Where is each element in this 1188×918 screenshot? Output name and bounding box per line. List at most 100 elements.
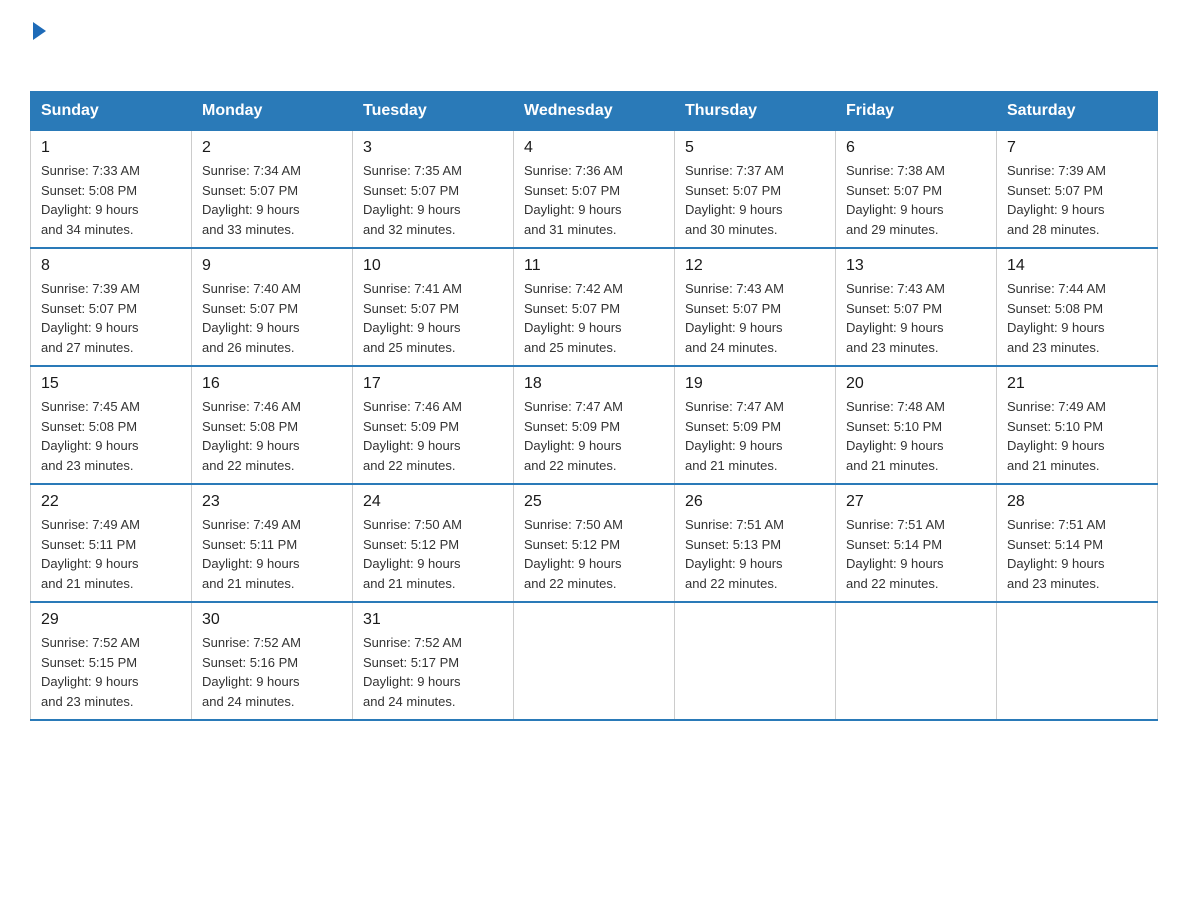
day-number: 21 (1007, 375, 1147, 393)
day-info: Sunrise: 7:52 AM Sunset: 5:17 PM Dayligh… (363, 633, 503, 711)
day-info: Sunrise: 7:39 AM Sunset: 5:07 PM Dayligh… (41, 279, 181, 357)
day-number: 18 (524, 375, 664, 393)
header-monday: Monday (192, 92, 353, 131)
day-info: Sunrise: 7:46 AM Sunset: 5:08 PM Dayligh… (202, 397, 342, 475)
calendar-week-2: 8 Sunrise: 7:39 AM Sunset: 5:07 PM Dayli… (31, 248, 1158, 366)
day-info: Sunrise: 7:50 AM Sunset: 5:12 PM Dayligh… (524, 515, 664, 593)
calendar-day-20: 20 Sunrise: 7:48 AM Sunset: 5:10 PM Dayl… (836, 366, 997, 484)
header-saturday: Saturday (997, 92, 1158, 131)
calendar-week-3: 15 Sunrise: 7:45 AM Sunset: 5:08 PM Dayl… (31, 366, 1158, 484)
calendar-day-6: 6 Sunrise: 7:38 AM Sunset: 5:07 PM Dayli… (836, 131, 997, 249)
day-info: Sunrise: 7:51 AM Sunset: 5:14 PM Dayligh… (1007, 515, 1147, 593)
day-number: 11 (524, 257, 664, 275)
day-number: 3 (363, 139, 503, 157)
day-info: Sunrise: 7:38 AM Sunset: 5:07 PM Dayligh… (846, 161, 986, 239)
day-number: 2 (202, 139, 342, 157)
day-info: Sunrise: 7:51 AM Sunset: 5:14 PM Dayligh… (846, 515, 986, 593)
header-sunday: Sunday (31, 92, 192, 131)
day-info: Sunrise: 7:40 AM Sunset: 5:07 PM Dayligh… (202, 279, 342, 357)
day-number: 4 (524, 139, 664, 157)
day-number: 14 (1007, 257, 1147, 275)
day-number: 5 (685, 139, 825, 157)
calendar-day-11: 11 Sunrise: 7:42 AM Sunset: 5:07 PM Dayl… (514, 248, 675, 366)
page-header (30, 20, 1158, 71)
day-number: 19 (685, 375, 825, 393)
day-number: 27 (846, 493, 986, 511)
day-number: 31 (363, 611, 503, 629)
day-number: 23 (202, 493, 342, 511)
calendar-day-19: 19 Sunrise: 7:47 AM Sunset: 5:09 PM Dayl… (675, 366, 836, 484)
day-number: 25 (524, 493, 664, 511)
calendar-week-4: 22 Sunrise: 7:49 AM Sunset: 5:11 PM Dayl… (31, 484, 1158, 602)
day-number: 17 (363, 375, 503, 393)
day-info: Sunrise: 7:47 AM Sunset: 5:09 PM Dayligh… (524, 397, 664, 475)
calendar-day-26: 26 Sunrise: 7:51 AM Sunset: 5:13 PM Dayl… (675, 484, 836, 602)
day-number: 13 (846, 257, 986, 275)
calendar-day-5: 5 Sunrise: 7:37 AM Sunset: 5:07 PM Dayli… (675, 131, 836, 249)
day-info: Sunrise: 7:36 AM Sunset: 5:07 PM Dayligh… (524, 161, 664, 239)
calendar-day-14: 14 Sunrise: 7:44 AM Sunset: 5:08 PM Dayl… (997, 248, 1158, 366)
day-info: Sunrise: 7:45 AM Sunset: 5:08 PM Dayligh… (41, 397, 181, 475)
calendar-day-25: 25 Sunrise: 7:50 AM Sunset: 5:12 PM Dayl… (514, 484, 675, 602)
logo-arrow-icon (33, 22, 46, 40)
day-info: Sunrise: 7:39 AM Sunset: 5:07 PM Dayligh… (1007, 161, 1147, 239)
day-info: Sunrise: 7:34 AM Sunset: 5:07 PM Dayligh… (202, 161, 342, 239)
day-info: Sunrise: 7:48 AM Sunset: 5:10 PM Dayligh… (846, 397, 986, 475)
day-number: 9 (202, 257, 342, 275)
header-tuesday: Tuesday (353, 92, 514, 131)
day-number: 30 (202, 611, 342, 629)
calendar-day-18: 18 Sunrise: 7:47 AM Sunset: 5:09 PM Dayl… (514, 366, 675, 484)
calendar-table: SundayMondayTuesdayWednesdayThursdayFrid… (30, 91, 1158, 721)
day-info: Sunrise: 7:49 AM Sunset: 5:10 PM Dayligh… (1007, 397, 1147, 475)
day-info: Sunrise: 7:52 AM Sunset: 5:15 PM Dayligh… (41, 633, 181, 711)
day-info: Sunrise: 7:35 AM Sunset: 5:07 PM Dayligh… (363, 161, 503, 239)
day-info: Sunrise: 7:43 AM Sunset: 5:07 PM Dayligh… (846, 279, 986, 357)
calendar-day-15: 15 Sunrise: 7:45 AM Sunset: 5:08 PM Dayl… (31, 366, 192, 484)
calendar-day-23: 23 Sunrise: 7:49 AM Sunset: 5:11 PM Dayl… (192, 484, 353, 602)
logo (30, 20, 46, 71)
day-number: 16 (202, 375, 342, 393)
day-info: Sunrise: 7:50 AM Sunset: 5:12 PM Dayligh… (363, 515, 503, 593)
calendar-day-1: 1 Sunrise: 7:33 AM Sunset: 5:08 PM Dayli… (31, 131, 192, 249)
calendar-day-24: 24 Sunrise: 7:50 AM Sunset: 5:12 PM Dayl… (353, 484, 514, 602)
day-info: Sunrise: 7:52 AM Sunset: 5:16 PM Dayligh… (202, 633, 342, 711)
day-info: Sunrise: 7:37 AM Sunset: 5:07 PM Dayligh… (685, 161, 825, 239)
day-number: 26 (685, 493, 825, 511)
calendar-day-17: 17 Sunrise: 7:46 AM Sunset: 5:09 PM Dayl… (353, 366, 514, 484)
day-info: Sunrise: 7:33 AM Sunset: 5:08 PM Dayligh… (41, 161, 181, 239)
calendar-day-3: 3 Sunrise: 7:35 AM Sunset: 5:07 PM Dayli… (353, 131, 514, 249)
calendar-day-31: 31 Sunrise: 7:52 AM Sunset: 5:17 PM Dayl… (353, 602, 514, 720)
calendar-day-10: 10 Sunrise: 7:41 AM Sunset: 5:07 PM Dayl… (353, 248, 514, 366)
day-number: 29 (41, 611, 181, 629)
calendar-day-8: 8 Sunrise: 7:39 AM Sunset: 5:07 PM Dayli… (31, 248, 192, 366)
calendar-day-4: 4 Sunrise: 7:36 AM Sunset: 5:07 PM Dayli… (514, 131, 675, 249)
day-info: Sunrise: 7:42 AM Sunset: 5:07 PM Dayligh… (524, 279, 664, 357)
day-number: 22 (41, 493, 181, 511)
day-info: Sunrise: 7:49 AM Sunset: 5:11 PM Dayligh… (41, 515, 181, 593)
calendar-week-1: 1 Sunrise: 7:33 AM Sunset: 5:08 PM Dayli… (31, 131, 1158, 249)
day-number: 1 (41, 139, 181, 157)
header-wednesday: Wednesday (514, 92, 675, 131)
day-number: 12 (685, 257, 825, 275)
calendar-day-12: 12 Sunrise: 7:43 AM Sunset: 5:07 PM Dayl… (675, 248, 836, 366)
calendar-header-row: SundayMondayTuesdayWednesdayThursdayFrid… (31, 92, 1158, 131)
calendar-day-22: 22 Sunrise: 7:49 AM Sunset: 5:11 PM Dayl… (31, 484, 192, 602)
day-number: 6 (846, 139, 986, 157)
day-info: Sunrise: 7:43 AM Sunset: 5:07 PM Dayligh… (685, 279, 825, 357)
calendar-day-2: 2 Sunrise: 7:34 AM Sunset: 5:07 PM Dayli… (192, 131, 353, 249)
day-info: Sunrise: 7:46 AM Sunset: 5:09 PM Dayligh… (363, 397, 503, 475)
calendar-day-7: 7 Sunrise: 7:39 AM Sunset: 5:07 PM Dayli… (997, 131, 1158, 249)
day-number: 7 (1007, 139, 1147, 157)
calendar-day-29: 29 Sunrise: 7:52 AM Sunset: 5:15 PM Dayl… (31, 602, 192, 720)
calendar-empty-cell (675, 602, 836, 720)
day-info: Sunrise: 7:41 AM Sunset: 5:07 PM Dayligh… (363, 279, 503, 357)
day-number: 28 (1007, 493, 1147, 511)
day-info: Sunrise: 7:51 AM Sunset: 5:13 PM Dayligh… (685, 515, 825, 593)
day-info: Sunrise: 7:44 AM Sunset: 5:08 PM Dayligh… (1007, 279, 1147, 357)
calendar-empty-cell (514, 602, 675, 720)
day-number: 24 (363, 493, 503, 511)
calendar-day-9: 9 Sunrise: 7:40 AM Sunset: 5:07 PM Dayli… (192, 248, 353, 366)
calendar-empty-cell (836, 602, 997, 720)
calendar-day-21: 21 Sunrise: 7:49 AM Sunset: 5:10 PM Dayl… (997, 366, 1158, 484)
day-info: Sunrise: 7:49 AM Sunset: 5:11 PM Dayligh… (202, 515, 342, 593)
